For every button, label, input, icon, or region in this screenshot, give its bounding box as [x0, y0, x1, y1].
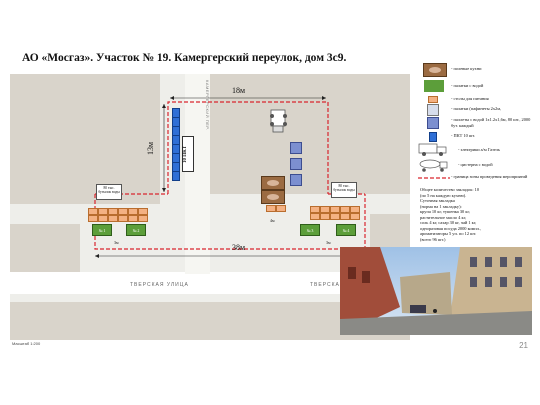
dining-table-icon — [428, 96, 438, 103]
pkt-label: 10 ПКТ — [182, 136, 194, 172]
dining-table-icon — [350, 213, 360, 220]
scale-note: Масштаб 1:200 — [12, 341, 41, 346]
legend-item: - ПКТ 10 шт. — [418, 132, 536, 142]
dining-table-icon — [330, 206, 340, 213]
water-tent-1: № 1 — [92, 224, 112, 236]
dining-table-icon — [118, 208, 128, 215]
water-pallet-icon — [290, 142, 302, 154]
legend-item: - столы для питания — [418, 96, 536, 103]
legend-item: - граница зоны проведения мероприятий — [418, 174, 536, 184]
legend-item: - паллеты с водой 1х1.2х1,6м, 80 шт., 20… — [418, 117, 536, 131]
field-kitchen-icon — [261, 176, 285, 190]
water-tent-icon — [424, 80, 444, 92]
water-pallet-icon — [427, 117, 439, 129]
water-stock-label-right: 80 тыс. бутылок воды — [331, 182, 357, 198]
water-tent-2: № 2 — [126, 224, 146, 236]
dining-table-icon — [340, 213, 350, 220]
water-tent-3: № 3 — [300, 224, 320, 236]
legend-item: - электрики а/м Газель — [418, 142, 536, 156]
dining-table-icon — [310, 213, 320, 220]
dining-table-icon — [118, 215, 128, 222]
pavilion-icon — [427, 104, 439, 116]
field-kitchen-icon — [423, 63, 447, 77]
truck-icon — [270, 109, 287, 133]
legend-item: - полевые кухни — [418, 62, 536, 77]
truck-icon — [418, 143, 447, 156]
dining-table-icon — [266, 205, 276, 212]
dining-table-icon — [138, 208, 148, 215]
dining-table-icon — [330, 213, 340, 220]
pkt-icon — [429, 132, 437, 142]
water-stock-label-left: 80 тыс. бутылок воды — [96, 184, 122, 200]
dining-table-icon — [138, 215, 148, 222]
dimension-vertical: 13м — [146, 141, 156, 156]
dining-table-icon — [108, 208, 118, 215]
dimension-small-mid: 4м — [270, 218, 275, 223]
dining-table-icon — [98, 215, 108, 222]
dining-table-icon — [88, 208, 98, 215]
dining-table-icon — [128, 215, 138, 222]
dining-table-icon — [340, 206, 350, 213]
dimension-top: 18м — [232, 86, 246, 95]
legend-item: - палатки с водой — [418, 80, 536, 92]
dimension-small-right: 3м — [326, 240, 331, 245]
water-pallet-icon — [290, 174, 302, 186]
zone-boundary-icon — [418, 177, 450, 179]
page-number: 21 — [519, 341, 528, 350]
dining-table-icon — [276, 205, 286, 212]
dining-table-icon — [320, 213, 330, 220]
dining-table-icon — [98, 208, 108, 215]
dining-table-icon — [350, 206, 360, 213]
dining-table-icon — [128, 208, 138, 215]
dimension-bottom: 38м — [232, 243, 246, 252]
legend-item: - цистерна с водой — [418, 158, 536, 172]
street-photo — [340, 247, 532, 335]
field-kitchen-icon — [261, 190, 285, 204]
page-title: АО «Мосгаз». Участок № 19. Камергерский … — [22, 52, 347, 64]
water-tent-4: № 4 — [336, 224, 356, 236]
pkt-icon — [172, 171, 180, 181]
dining-table-icon — [310, 206, 320, 213]
dining-table-icon — [88, 215, 98, 222]
legend-notes: Общее количество закладок: 10 (по 5 на к… — [420, 187, 482, 242]
water-pallet-icon — [290, 158, 302, 170]
dining-table-icon — [108, 215, 118, 222]
tanker-icon — [419, 159, 448, 172]
dining-table-icon — [320, 206, 330, 213]
dimension-small-left: 3м — [114, 240, 119, 245]
legend-item: - палатки (пафинеты 2х2м, — [418, 104, 536, 116]
